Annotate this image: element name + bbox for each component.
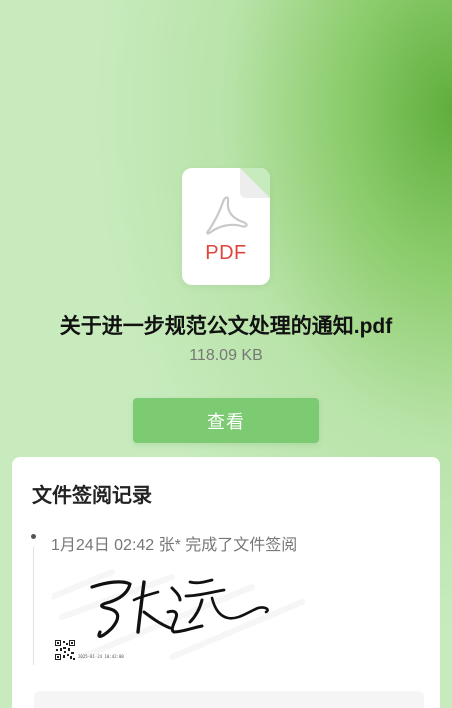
timeline-dot (31, 534, 36, 539)
pdf-file-icon: PDF (182, 168, 270, 285)
next-record-card (34, 691, 424, 708)
record-entry-text: 1月24日 02:42 张* 完成了文件签阅 (51, 537, 298, 554)
file-size: 118.09 KB (189, 347, 263, 364)
qr-code-icon (54, 639, 76, 661)
file-name: 关于进一步规范公文处理的通知.pdf (59, 315, 393, 338)
sign-records-panel: 文件签阅记录 1月24日 02:42 张* 完成了文件签阅 2025-01-24… (12, 457, 440, 708)
records-title: 文件签阅记录 (32, 485, 152, 507)
acrobat-logo-icon (206, 196, 248, 235)
signature-timestamp: 2025-01-24 10:42:00 (78, 654, 124, 659)
timeline-line (33, 547, 34, 665)
view-button[interactable]: 查看 (133, 398, 319, 443)
handwritten-signature (90, 578, 269, 638)
pdf-type-label: PDF (205, 242, 247, 264)
